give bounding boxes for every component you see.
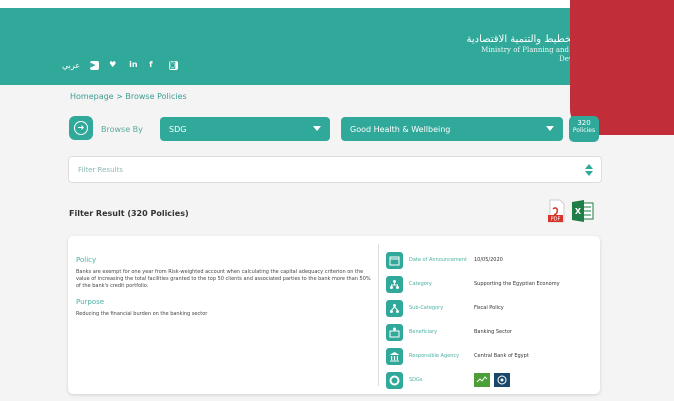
browse-go-button[interactable]: ➜ [69, 116, 93, 140]
detail-value: Fiscal Policy [474, 305, 504, 311]
policy-count-badge: 320 Policies [569, 116, 599, 142]
policy-details: Date of Announcement 10/05/2020 Category… [386, 248, 596, 392]
policy-text: Banks are exempt for one year from Risk-… [76, 269, 371, 289]
detail-label: Sub-Category [409, 305, 444, 311]
arrow-right-icon: ➜ [74, 121, 88, 135]
page: عربي ▶ ♥ in f ◙ وزارة التخطيط والتنمية ا… [0, 0, 674, 401]
policy-heading: Policy [76, 256, 97, 264]
browse-type-select[interactable]: SDG [160, 117, 330, 141]
pdf-export-icon[interactable]: PDF [548, 199, 566, 223]
detail-value: Supporting the Egyptian Economy [474, 281, 560, 287]
policy-card[interactable]: Policy Banks are exempt for one year fro… [68, 236, 600, 394]
purpose-text: Reducing the financial burden on the ban… [76, 311, 208, 317]
browse-type-value: SDG [169, 124, 187, 134]
sdg-icon [386, 371, 403, 389]
twitter-icon[interactable]: ♥ [109, 60, 119, 70]
svg-text:X: X [575, 207, 582, 216]
detail-row-sdgs: SDGs [386, 368, 596, 392]
excel-export-icon[interactable]: X [572, 200, 594, 222]
detail-label: SDGs [409, 377, 423, 383]
detail-label: Date of Announcement [409, 257, 468, 263]
detail-row-subcategory: Sub-Category Fiscal Policy [386, 296, 596, 320]
youtube-icon[interactable]: ▶ [90, 60, 100, 70]
sort-updown-icon [585, 164, 593, 176]
detail-label: Responsible Agency [409, 353, 460, 359]
sdg-badges [474, 373, 512, 387]
sdg-8-economic-growth-icon[interactable] [493, 373, 510, 387]
policy-description: Policy Banks are exempt for one year fro… [76, 256, 371, 326]
detail-value: Banking Sector [474, 329, 512, 335]
facebook-icon[interactable]: f [149, 60, 159, 70]
detail-row-beneficiary: Beneficiary Banking Sector [386, 320, 596, 344]
chevron-down-icon [546, 126, 554, 131]
card-divider [378, 244, 379, 386]
sdg-goal-value: Good Health & Wellbeing [350, 124, 451, 134]
instagram-icon[interactable]: ◙ [169, 60, 179, 70]
detail-label: Category [409, 281, 432, 287]
filter-placeholder: Filter Results [78, 166, 123, 174]
filter-result-title: Filter Result (320 Policies) [69, 209, 189, 218]
breadcrumb[interactable]: Homepage > Browse Policies [70, 92, 187, 101]
category-icon [386, 275, 403, 293]
language-link[interactable]: عربي [62, 61, 80, 70]
subcategory-icon [386, 299, 403, 317]
red-corner-decoration [570, 0, 674, 135]
calendar-icon [386, 251, 403, 269]
filter-results-select[interactable]: Filter Results [68, 156, 602, 183]
linkedin-icon[interactable]: in [129, 60, 139, 70]
sdg-3-good-health-icon[interactable] [474, 373, 490, 387]
detail-value: Central Bank of Egypt [474, 353, 529, 359]
sdg-goal-select[interactable]: Good Health & Wellbeing [341, 117, 563, 141]
social-links: عربي ▶ ♥ in f ◙ [62, 60, 179, 70]
policy-count-number: 320 [577, 119, 591, 127]
detail-row-agency: Responsible Agency Central Bank of Egypt [386, 344, 596, 368]
agency-icon [386, 347, 403, 365]
purpose-heading: Purpose [76, 298, 105, 306]
detail-label: Beneficiary [409, 329, 438, 335]
svg-text:PDF: PDF [551, 217, 561, 223]
detail-row-date: Date of Announcement 10/05/2020 [386, 248, 596, 272]
policy-count-label: Policies [572, 127, 596, 134]
detail-value: 10/05/2020 [474, 257, 503, 263]
browse-by-label: Browse By [101, 125, 143, 134]
chevron-down-icon [313, 126, 321, 131]
beneficiary-icon [386, 323, 403, 341]
detail-row-category: Category Supporting the Egyptian Economy [386, 272, 596, 296]
